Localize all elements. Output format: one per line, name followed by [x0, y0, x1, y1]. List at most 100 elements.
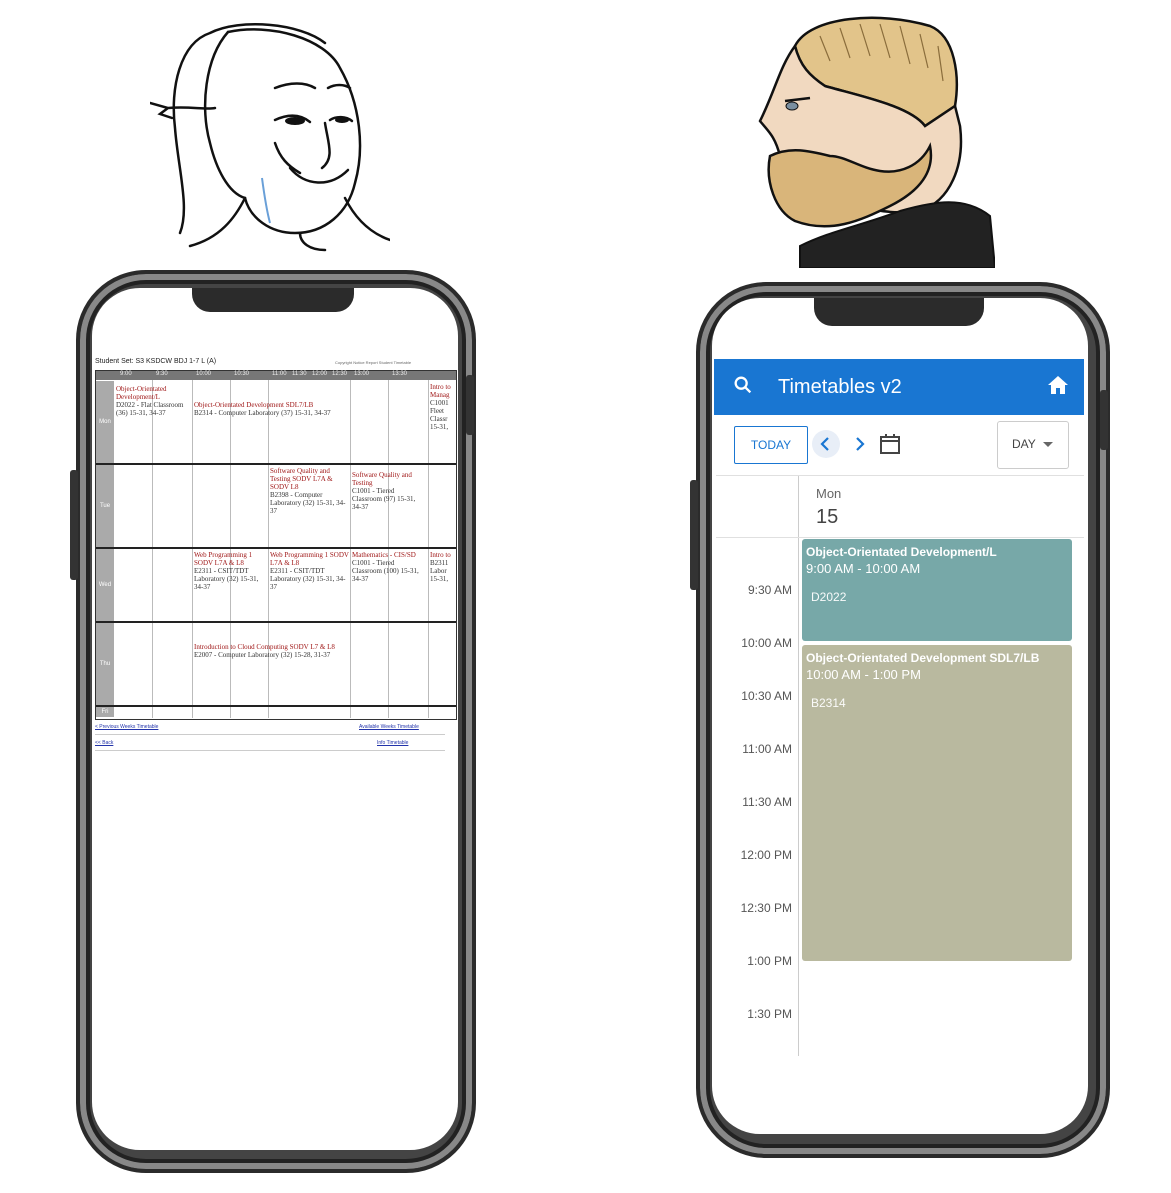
- legacy-time-label: 9:30: [156, 371, 168, 377]
- event-location: B2314: [811, 696, 846, 710]
- legacy-class-cell[interactable]: Object-Orientated Development/L D2022 - …: [116, 385, 186, 461]
- time-slot-label: 9:30 AM: [747, 583, 792, 597]
- view-selector[interactable]: DAY: [997, 421, 1069, 469]
- class-title: Intro to Manag: [430, 383, 451, 399]
- grid-line: [388, 380, 389, 718]
- legacy-time-label: 11:30: [292, 371, 307, 377]
- right-phone-notch: [814, 298, 984, 326]
- legacy-day-label: Fri: [96, 707, 114, 717]
- class-details: B2311 Labor 15-31,: [430, 559, 449, 583]
- home-icon[interactable]: [1046, 373, 1070, 397]
- time-slot-label: 12:30 PM: [740, 901, 792, 915]
- time-slot-label: 11:30 AM: [742, 795, 792, 809]
- legacy-class-cell[interactable]: Intro to Manag C1001 Fleet Classr 15-31,: [430, 383, 456, 461]
- legacy-time-label: 13:30: [392, 371, 408, 377]
- chevron-right-icon[interactable]: [846, 430, 874, 458]
- legacy-class-cell[interactable]: Introduction to Cloud Computing SODV L7 …: [194, 643, 350, 683]
- wojak-drawing: [150, 23, 390, 252]
- legacy-class-cell[interactable]: Intro to B2311 Labor 15-31,: [430, 551, 456, 619]
- class-details: E2007 - Computer Laboratory (32) 15-28, …: [194, 651, 331, 659]
- class-details: E2311 - CSIT/TDT Laboratory (32) 15-31, …: [270, 567, 346, 591]
- event-time: 10:00 AM - 1:00 PM: [806, 667, 921, 682]
- legacy-class-cell[interactable]: Software Quality and Testing SODV L7A & …: [270, 467, 350, 545]
- legacy-class-cell[interactable]: Web Programming 1 SODV L7A & L8 E2311 - …: [270, 551, 350, 619]
- class-details: D2022 - Flat Classroom (36) 15-31, 34-37: [116, 401, 184, 417]
- info-timetable-link[interactable]: Info Timetable: [377, 740, 408, 746]
- legacy-timetable: Student Set: S3 KSDCW BDJ 1-7 L (A) Copy…: [95, 358, 457, 828]
- event-title: Object-Orientated Development/L: [806, 545, 997, 559]
- class-details: B2314 - Computer Laboratory (37) 15-31, …: [194, 409, 331, 417]
- left-phone-notch: [192, 288, 354, 312]
- divider: [95, 750, 445, 751]
- time-column-divider: [798, 476, 799, 1056]
- view-selector-label: DAY: [1012, 437, 1036, 451]
- legacy-day-label: Tue: [96, 465, 114, 547]
- class-title: Web Programming 1 SODV L7A & L8: [194, 551, 253, 567]
- legacy-row-divider: [96, 463, 456, 465]
- search-icon[interactable]: [732, 374, 754, 396]
- legacy-timetable-heading: Student Set: S3 KSDCW BDJ 1-7 L (A): [95, 358, 217, 365]
- class-details: E2311 - CSIT/TDT Laboratory (32) 15-31, …: [194, 567, 259, 591]
- left-phone-side-button: [70, 470, 78, 580]
- legacy-time-label: 9:00: [120, 371, 132, 377]
- legacy-time-header: 9:00 9:30 10:00 10:30 11:00 11:30 12:00 …: [96, 371, 456, 380]
- event-time: 9:00 AM - 10:00 AM: [806, 561, 921, 576]
- chevron-left-icon[interactable]: [812, 430, 840, 458]
- time-slot-label: 11:00 AM: [742, 742, 792, 756]
- event-card[interactable]: Object-Orientated Development/L 9:00 AM …: [802, 539, 1072, 641]
- time-slot-label: 1:30 PM: [747, 1007, 792, 1021]
- class-title: Web Programming 1 SODV L7A & L8: [270, 551, 349, 567]
- time-slot-label: 10:00 AM: [741, 636, 792, 650]
- calendar-icon[interactable]: [878, 432, 902, 456]
- legacy-day-label: Thu: [96, 623, 114, 705]
- divider: [95, 734, 445, 735]
- legacy-class-cell[interactable]: Object-Orientated Development SDL7/LB B2…: [194, 401, 350, 451]
- legacy-timetable-heading-right: Copyright Notice Report Student Timetabl…: [335, 360, 412, 365]
- grid-line: [428, 380, 429, 718]
- class-details: B2398 - Computer Laboratory (32) 15-31, …: [270, 491, 346, 515]
- divider: [716, 475, 1084, 476]
- event-card[interactable]: Object-Orientated Development SDL7/LB 10…: [802, 645, 1072, 961]
- chad-drawing: [758, 16, 995, 268]
- class-title: Object-Orientated Development SDL7/LB: [194, 401, 314, 409]
- event-location: D2022: [811, 590, 847, 604]
- right-phone-side-button: [690, 480, 698, 590]
- legacy-class-cell[interactable]: Mathematics - CIS/SD C1001 - Tiered Clas…: [352, 551, 426, 619]
- legacy-day-label: Mon: [96, 381, 114, 463]
- grid-line: [192, 380, 193, 718]
- legacy-timetable-grid: 9:00 9:30 10:00 10:30 11:00 11:30 12:00 …: [95, 370, 457, 720]
- legacy-time-label: 10:30: [234, 371, 250, 377]
- legacy-row-divider: [96, 705, 456, 707]
- app-title: Timetables v2: [778, 375, 902, 398]
- left-phone-screen: Student Set: S3 KSDCW BDJ 1-7 L (A) Copy…: [92, 288, 458, 1150]
- previous-weeks-link[interactable]: < Previous Weeks Timetable: [95, 724, 158, 730]
- legacy-time-label: 10:00: [196, 371, 212, 377]
- class-title: Introduction to Cloud Computing SODV L7 …: [194, 643, 335, 651]
- today-button[interactable]: TODAY: [734, 426, 808, 464]
- legacy-row-divider: [96, 547, 456, 549]
- class-title: Object-Orientated Development/L: [116, 385, 167, 401]
- dropdown-arrow-icon: [1043, 442, 1053, 447]
- class-title: Mathematics - CIS/SD: [352, 551, 416, 559]
- legacy-time-label: 12:30: [332, 371, 348, 377]
- right-phone-side-button-right: [1100, 390, 1108, 450]
- back-link[interactable]: << Back: [95, 740, 113, 746]
- time-slot-label: 10:30 AM: [741, 689, 792, 703]
- legacy-row-divider: [96, 621, 456, 623]
- day-number: 15: [816, 506, 839, 528]
- legacy-time-label: 11:00: [272, 371, 287, 377]
- class-title: Software Quality and Testing: [352, 471, 412, 487]
- legacy-class-cell[interactable]: Software Quality and Testing C1001 - Tie…: [352, 471, 426, 543]
- class-details: C1001 Fleet Classr 15-31,: [430, 399, 449, 431]
- class-details: C1001 - Tiered Classroom (97) 15-31, 34-…: [352, 487, 416, 511]
- class-title: Software Quality and Testing SODV L7A & …: [270, 467, 333, 491]
- available-weeks-link[interactable]: Available Weeks Timetable: [359, 724, 419, 730]
- left-phone-side-button-right: [466, 375, 474, 435]
- day-name: Mon: [816, 486, 842, 501]
- class-title: Intro to: [430, 551, 451, 559]
- right-phone-screen: Timetables v2 TODAY DAY Mon 15 9:30 AM 1…: [712, 298, 1088, 1134]
- legacy-day-label: Wed: [96, 549, 114, 621]
- divider: [716, 537, 1084, 538]
- legacy-class-cell[interactable]: Web Programming 1 SODV L7A & L8 E2311 - …: [194, 551, 268, 619]
- event-title: Object-Orientated Development SDL7/LB: [806, 651, 1040, 665]
